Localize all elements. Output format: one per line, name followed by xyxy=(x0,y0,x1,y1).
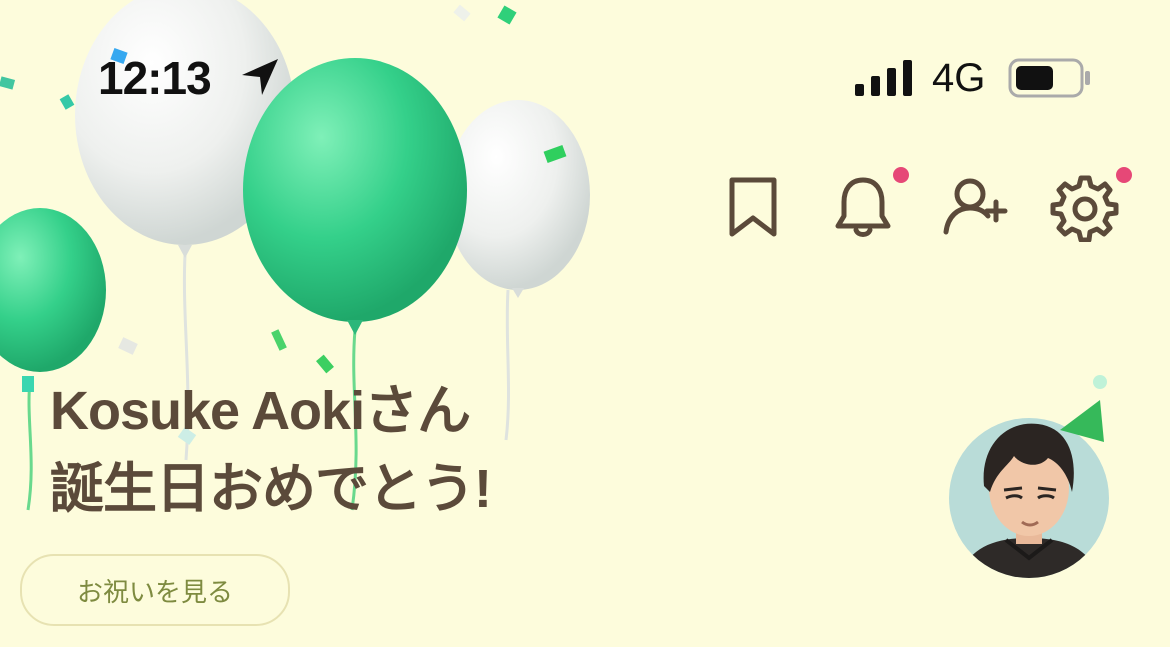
confetti xyxy=(22,376,34,392)
avatar[interactable] xyxy=(938,400,1120,582)
balloon-string xyxy=(504,289,511,441)
battery-icon xyxy=(1008,58,1090,98)
confetti xyxy=(271,329,287,351)
location-arrow-icon xyxy=(242,59,278,95)
add-friend-icon[interactable] xyxy=(940,172,1010,242)
confetti xyxy=(316,354,334,374)
confetti xyxy=(497,5,517,25)
green-balloon xyxy=(0,208,106,372)
view-celebration-button[interactable]: お祝いを見る xyxy=(20,554,290,626)
notification-badge xyxy=(893,167,909,183)
greeting-name: Kosuke Aokiさん xyxy=(50,381,471,441)
confetti xyxy=(0,76,16,90)
party-hat-pompom xyxy=(1093,375,1107,389)
gear-icon[interactable] xyxy=(1050,172,1120,242)
balloons-illustration xyxy=(0,0,590,511)
signal-strength-icon xyxy=(855,60,912,96)
balloon-string xyxy=(26,379,33,511)
confetti xyxy=(59,94,75,110)
bell-icon[interactable] xyxy=(828,172,898,242)
network-type: 4G xyxy=(932,56,986,100)
birthday-greeting: Kosuke Aokiさん 誕生日おめでとう! xyxy=(50,372,492,528)
confetti xyxy=(118,337,138,355)
settings-badge xyxy=(1116,167,1132,183)
white-balloon xyxy=(446,100,590,290)
bookmark-icon[interactable] xyxy=(718,172,788,242)
confetti xyxy=(453,4,471,22)
greeting-message: 誕生日おめでとう! xyxy=(50,459,492,519)
status-time: 12:13 xyxy=(98,52,212,104)
